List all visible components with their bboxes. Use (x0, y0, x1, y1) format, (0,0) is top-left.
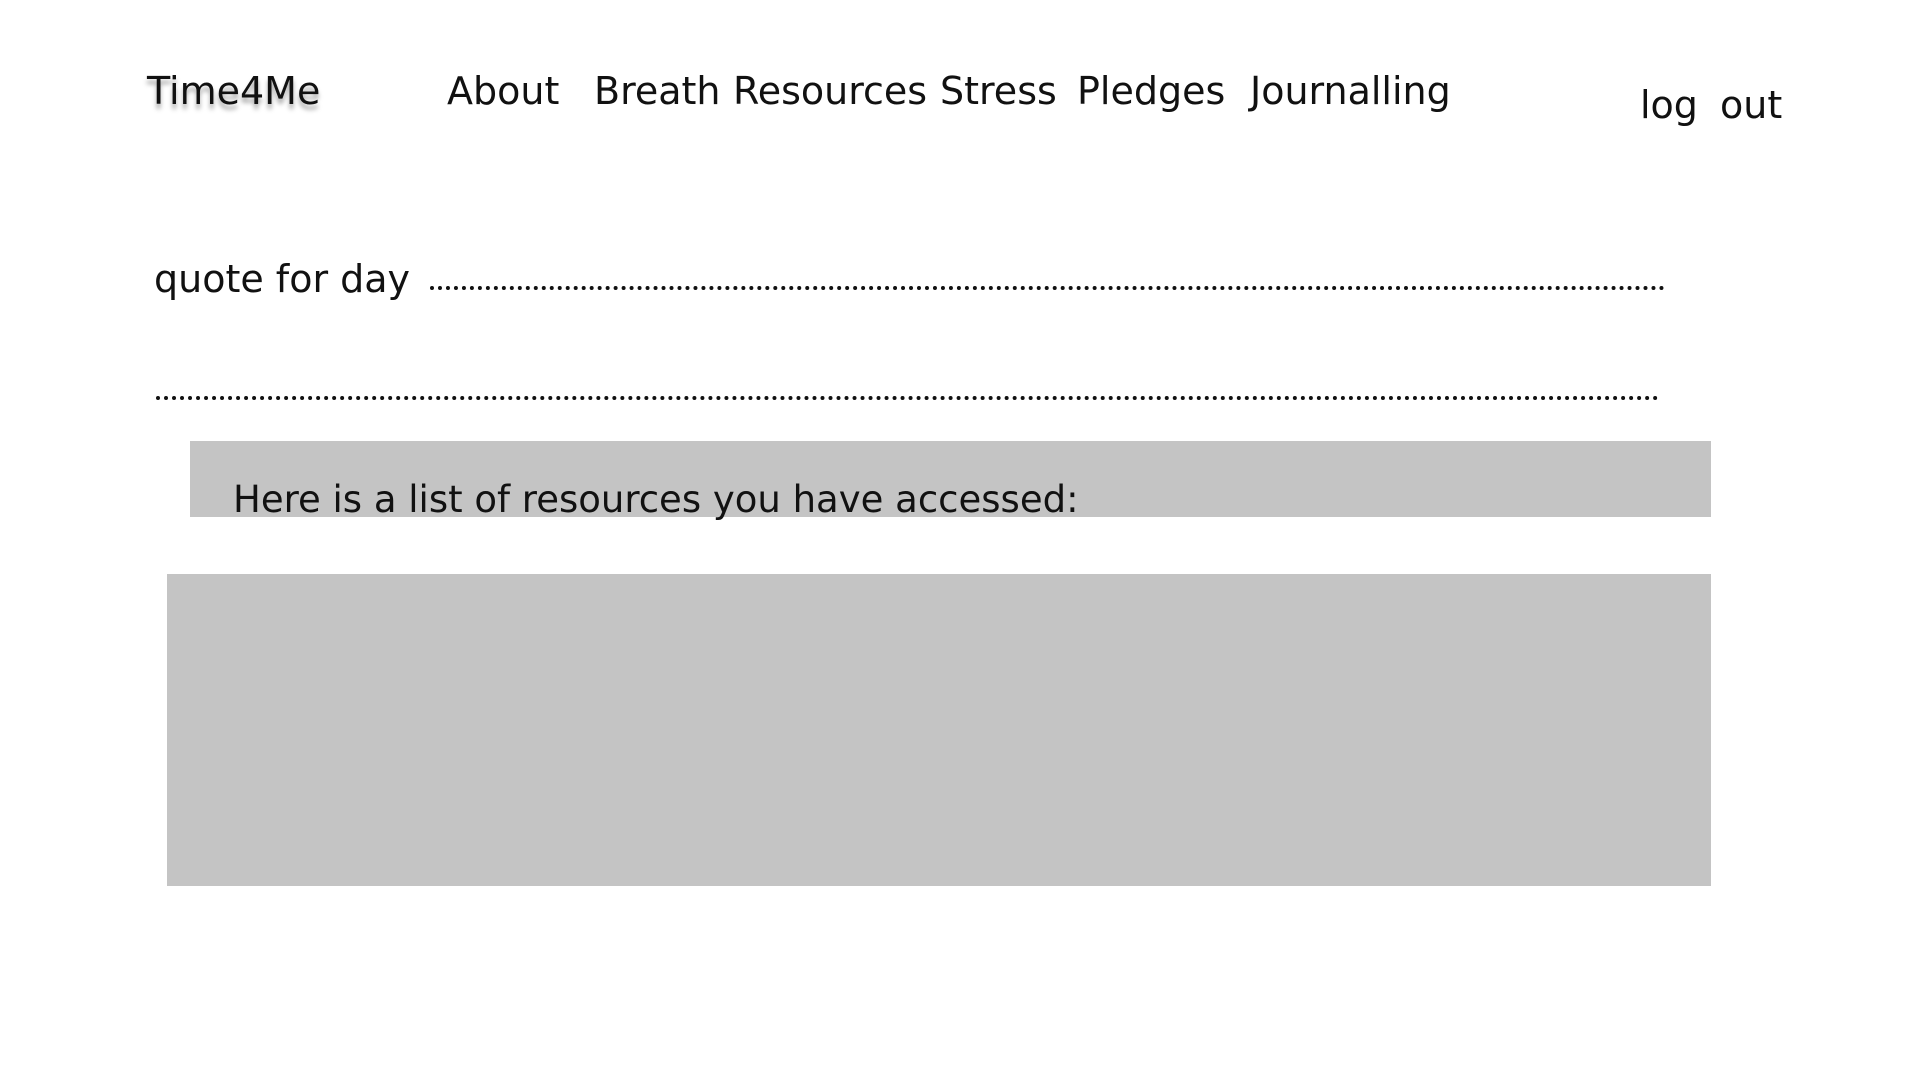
quote-label: quote for day (154, 257, 411, 301)
logout-button[interactable]: log out (1640, 80, 1782, 130)
nav-resources[interactable]: Resources (733, 66, 927, 116)
resources-list-panel (167, 574, 1711, 886)
quote-placeholder-line-1 (430, 286, 1665, 290)
nav-breath[interactable]: Breath (594, 66, 721, 116)
quote-placeholder-line-2 (156, 396, 1659, 400)
brand-logo[interactable]: Time4Me (147, 66, 320, 116)
nav-pledges[interactable]: Pledges (1077, 66, 1225, 116)
nav-stress[interactable]: Stress (940, 66, 1057, 116)
nav-journalling[interactable]: Journalling (1250, 66, 1451, 116)
resources-heading: Here is a list of resources you have acc… (233, 478, 1079, 521)
nav-about[interactable]: About (447, 66, 559, 116)
